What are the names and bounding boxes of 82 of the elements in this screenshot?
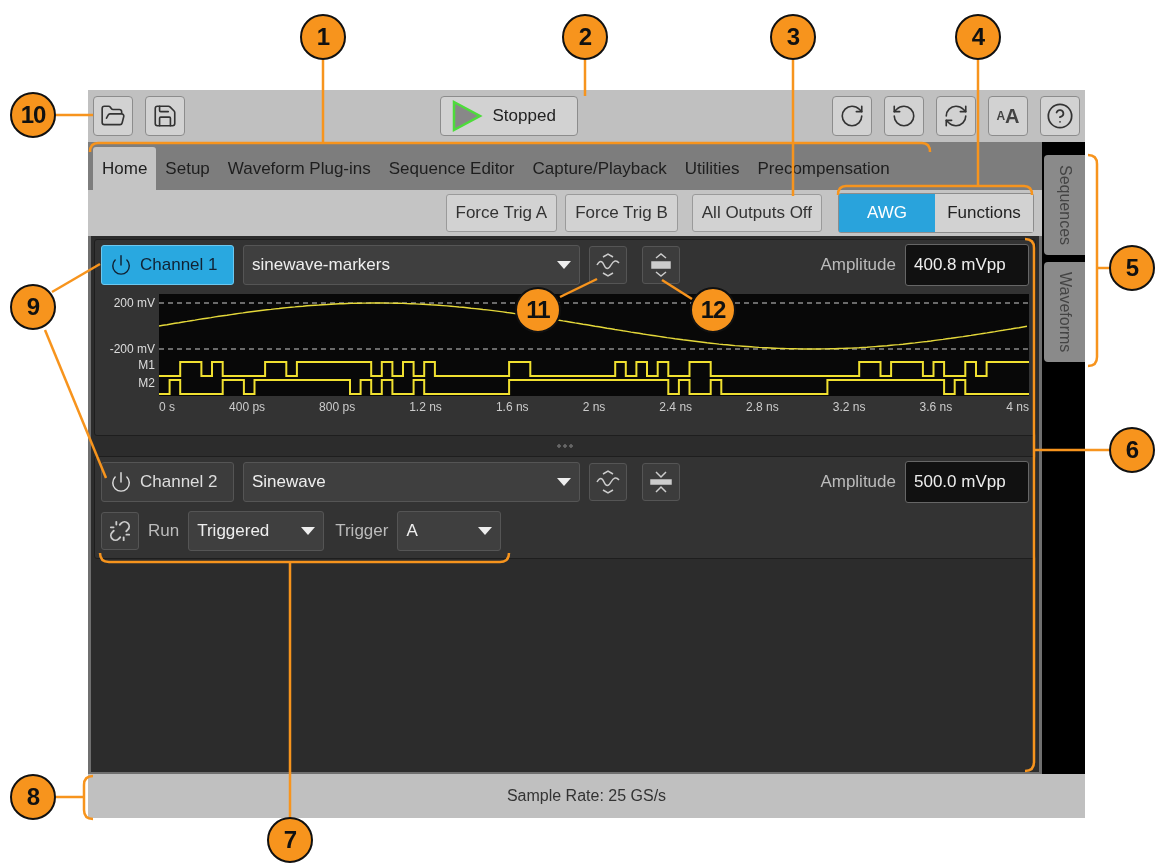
waveform-view-button[interactable] [589, 463, 627, 501]
menu-tab[interactable]: Sequence Editor [379, 147, 524, 190]
axis-tick-label: 1.2 ns [409, 400, 442, 414]
help-button[interactable] [1040, 96, 1080, 136]
refresh-button[interactable] [936, 96, 976, 136]
action-button[interactable]: Force Trig A [445, 194, 558, 232]
save-button[interactable] [145, 96, 185, 136]
axis-tick-label: 2.4 ns [659, 400, 693, 414]
callout-number: 1 [300, 14, 346, 60]
callout-number: 5 [1109, 245, 1155, 291]
waveform-view-button[interactable] [589, 246, 627, 284]
run-label: Run [148, 521, 180, 541]
callout-number: 2 [562, 14, 608, 60]
mode-toggle-button[interactable]: Functions [935, 194, 1033, 232]
splitter-handle[interactable] [556, 444, 574, 448]
callout-number: 10 [10, 92, 56, 138]
refresh-icon [943, 103, 969, 129]
axis-tick-label: 3.2 ns [832, 400, 866, 414]
axis-label: -200 mV [109, 342, 155, 356]
amplitude-field[interactable]: 400.8 mVpp [905, 244, 1029, 286]
power-icon [110, 471, 132, 493]
waveform-icon [595, 469, 621, 495]
channel-toggle-button[interactable]: Channel 2 [101, 462, 234, 502]
leader-line [661, 278, 693, 301]
dropdown-caret-icon [301, 527, 316, 535]
waveform-icon [595, 252, 621, 278]
menu-tab[interactable]: Home [93, 147, 157, 190]
menu-tab[interactable]: Capture/Playback [523, 147, 676, 190]
expand-toggle-button[interactable] [642, 463, 680, 501]
status-text: Sample Rate: 25 GS/s [506, 787, 667, 805]
amplitude-label: Amplitude [820, 472, 896, 492]
channel-toggle-button[interactable]: Channel 1 [101, 245, 234, 285]
axis-label: 200 mV [113, 296, 155, 310]
callout-number: 3 [770, 14, 816, 60]
callout-number: 4 [955, 14, 1001, 60]
axis-tick-label: 4 ns [1006, 400, 1029, 414]
marker-label: M1 [138, 358, 155, 372]
dropdown-caret-icon [557, 478, 571, 486]
waveform-dropdown[interactable]: Sinewave [243, 462, 580, 502]
action-button[interactable]: Force Trig B [565, 194, 678, 232]
unlink-icon [109, 520, 131, 542]
undo-icon [891, 103, 917, 129]
callout-number: 9 [10, 284, 56, 330]
menu-tab[interactable]: Utilities [675, 147, 749, 190]
axis-tick-label: 2.8 ns [746, 400, 779, 414]
help-icon [1046, 102, 1074, 130]
amplitude-label: Amplitude [820, 255, 896, 275]
link-button[interactable] [101, 512, 139, 550]
run-button[interactable]: Stopped [439, 96, 578, 136]
axis-tick-label: 400 ps [229, 400, 266, 414]
leader-line [51, 262, 101, 294]
callout-number: 7 [267, 817, 313, 863]
text-size-button[interactable]: AA [988, 96, 1028, 136]
open-button[interactable] [93, 96, 133, 136]
axis-tick-label: 1.6 ns [495, 400, 529, 414]
trigger-label: Trigger [335, 521, 389, 541]
callout-number: 8 [10, 774, 56, 820]
axis-tick-label: 2 ns [582, 400, 606, 414]
expand-icon [648, 252, 674, 278]
undo-button[interactable] [884, 96, 924, 136]
run-mode-dropdown[interactable]: Triggered [188, 511, 325, 551]
expand-toggle-button[interactable] [642, 246, 680, 284]
axis-tick-label: 0 s [159, 400, 175, 414]
action-button[interactable]: All Outputs Off [691, 194, 822, 232]
power-icon [110, 254, 132, 276]
leader-line [559, 277, 598, 299]
marker-label: M2 [138, 376, 155, 390]
waveform-dropdown[interactable]: sinewave-markers [243, 245, 580, 285]
leader-line [56, 774, 94, 821]
menu-tab[interactable]: Setup [156, 147, 219, 190]
trigger-dropdown[interactable]: A [397, 511, 502, 551]
save-icon [152, 103, 178, 129]
menu-tab[interactable]: Waveform Plug-ins [218, 147, 380, 190]
rotate-icon [839, 103, 865, 129]
amplitude-field[interactable]: 500.0 mVpp [905, 461, 1029, 503]
axis-tick-label: 800 ps [319, 400, 356, 414]
dropdown-caret-icon [557, 261, 571, 269]
axis-tick-label: 3.6 ns [919, 400, 953, 414]
callout-number: 6 [1109, 427, 1155, 473]
dropdown-caret-icon [478, 527, 493, 535]
collapse-icon [648, 469, 674, 495]
reset-button[interactable] [832, 96, 872, 136]
